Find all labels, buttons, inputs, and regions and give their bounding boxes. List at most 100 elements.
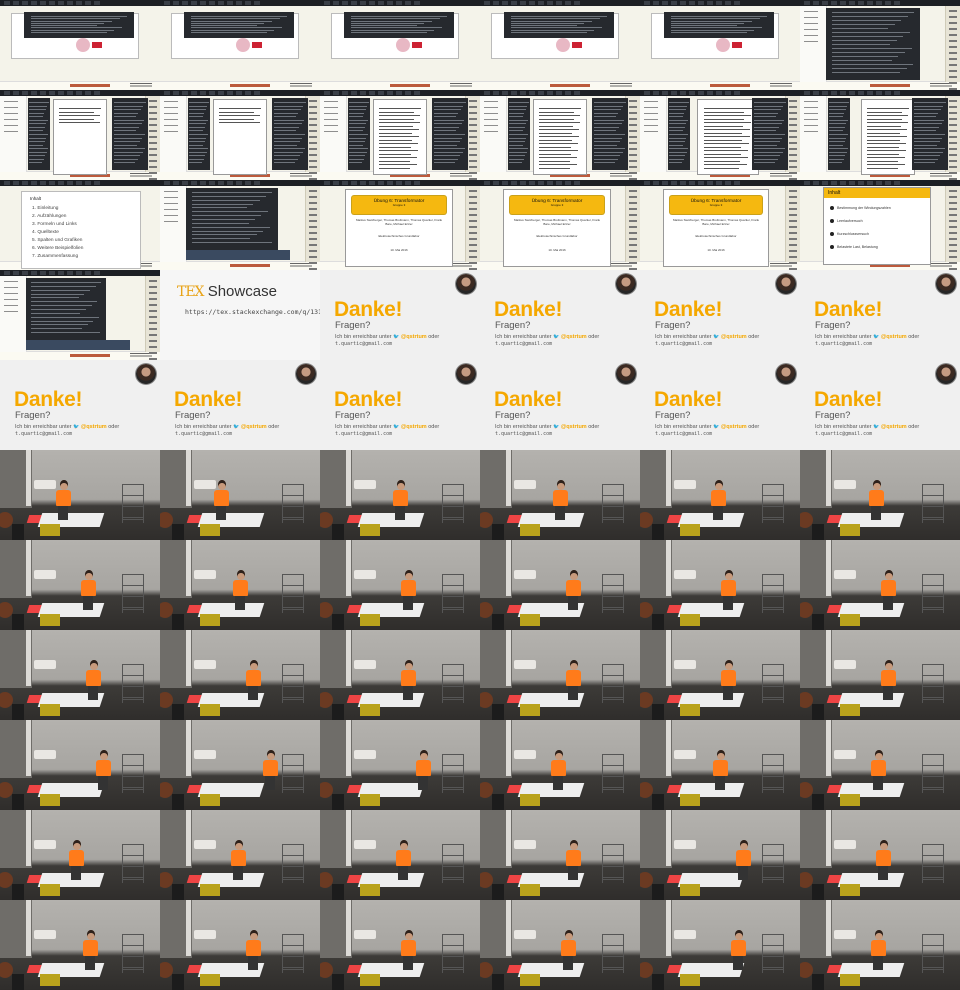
chair: [652, 794, 664, 810]
pipe: [346, 450, 351, 506]
sink: [674, 840, 696, 849]
pipe: [26, 900, 31, 956]
thumbnail: [800, 90, 960, 180]
window-statusbar: [320, 81, 480, 90]
contact-suffix: oder: [588, 334, 600, 340]
window-titlebar: [160, 0, 320, 6]
speaker-avatar: [936, 274, 956, 294]
window-statusbar: [0, 81, 160, 90]
editor-pane: [508, 98, 530, 170]
speaker-avatar: [776, 274, 796, 294]
chair: [12, 704, 24, 720]
editor-pane: [504, 12, 614, 38]
editor-pane: [344, 12, 454, 38]
outline-item: 6. Weitere Beispielfolien: [32, 246, 84, 251]
beamer-date: 10. Mai 2016: [548, 248, 566, 252]
cart: [282, 484, 304, 523]
box: [360, 884, 380, 896]
sink: [834, 750, 856, 759]
box: [200, 704, 220, 716]
chair: [332, 794, 344, 810]
twitter-icon: 🐦: [553, 334, 560, 340]
video-frame: [640, 450, 800, 540]
cart: [122, 844, 144, 883]
box: [40, 704, 60, 716]
video-frame: [480, 630, 640, 720]
cart: [122, 484, 144, 523]
editor-pane: [348, 98, 370, 170]
presenter: [245, 930, 261, 970]
video-frame: [0, 540, 160, 630]
pipe: [346, 900, 351, 956]
twitter-icon: 🐦: [553, 424, 560, 430]
pipe: [506, 720, 511, 776]
contact-line: Ich bin erreichbar unter 🐦 @qstrtum oder: [655, 424, 759, 430]
sink: [354, 660, 376, 669]
pipe: [346, 630, 351, 686]
cart: [122, 754, 144, 793]
pipe: [186, 900, 191, 956]
video-frame: [320, 450, 480, 540]
toc-item: Belastete Last, Belastung: [830, 245, 878, 250]
speaker-avatar: [616, 364, 636, 384]
contact-prefix: Ich bin erreichbar unter: [335, 424, 392, 430]
contact-email: t.quartic@gmail.com: [335, 431, 393, 437]
sink: [194, 660, 216, 669]
video-frame: [640, 720, 800, 810]
pipe: [26, 630, 31, 686]
structure-panel: [305, 186, 320, 270]
cart: [602, 484, 624, 523]
contact-email: t.quartic@gmail.com: [495, 431, 553, 437]
window-tabs: [164, 1, 260, 5]
window-tabs: [644, 91, 740, 95]
box: [680, 794, 700, 806]
twitter-handle: @qstrtum: [720, 334, 747, 340]
sink: [354, 930, 376, 939]
cart: [762, 934, 784, 973]
chair: [12, 794, 24, 810]
chair: [172, 884, 184, 900]
beamer-subtitle: Gruppe 3: [709, 203, 723, 208]
status-indicator: [870, 264, 910, 267]
contact-suffix: oder: [428, 334, 440, 340]
window-tabs: [804, 181, 900, 185]
contact-email: t.quartic@gmail.com: [495, 341, 553, 347]
contact-prefix: Ich bin erreichbar unter: [495, 334, 552, 340]
contact-suffix: oder: [748, 424, 760, 430]
thumbnail: [0, 270, 160, 360]
contact-email: t.quartic@gmail.com: [815, 341, 873, 347]
structure-panel: [945, 6, 960, 90]
cart: [282, 934, 304, 973]
beamer-authors: Markus Stetzberger, Thomas Brollmann, Th…: [355, 218, 443, 226]
window-titlebar: [480, 180, 640, 186]
speaker-avatar: [936, 364, 956, 384]
file-sidebar: [320, 96, 347, 172]
window-tabs: [804, 1, 900, 5]
presenter: [565, 570, 581, 610]
twitter-icon: 🐦: [73, 424, 80, 430]
pdf-page: [862, 100, 914, 174]
pipe: [666, 900, 671, 956]
box: [200, 794, 220, 806]
chair: [492, 794, 504, 810]
video-frame: [320, 900, 480, 990]
file-sidebar: [0, 276, 27, 352]
window-tabs: [4, 181, 100, 185]
chair: [492, 884, 504, 900]
chair: [492, 614, 504, 630]
danke-question: Fragen?: [15, 410, 51, 421]
box: [520, 884, 540, 896]
presenter: [395, 840, 411, 880]
outline-item: 1. Einleitung: [32, 206, 59, 211]
window-tabs: [484, 91, 580, 95]
sink: [354, 750, 376, 759]
editor-pane: [28, 98, 50, 170]
twitter-icon: 🐦: [873, 424, 880, 430]
danke-heading: Danke!: [494, 298, 563, 321]
pipe: [186, 450, 191, 506]
sink: [514, 750, 536, 759]
pdf-page: [698, 100, 758, 174]
editor-pane: [752, 98, 788, 170]
cart: [442, 664, 464, 703]
sink: [834, 660, 856, 669]
